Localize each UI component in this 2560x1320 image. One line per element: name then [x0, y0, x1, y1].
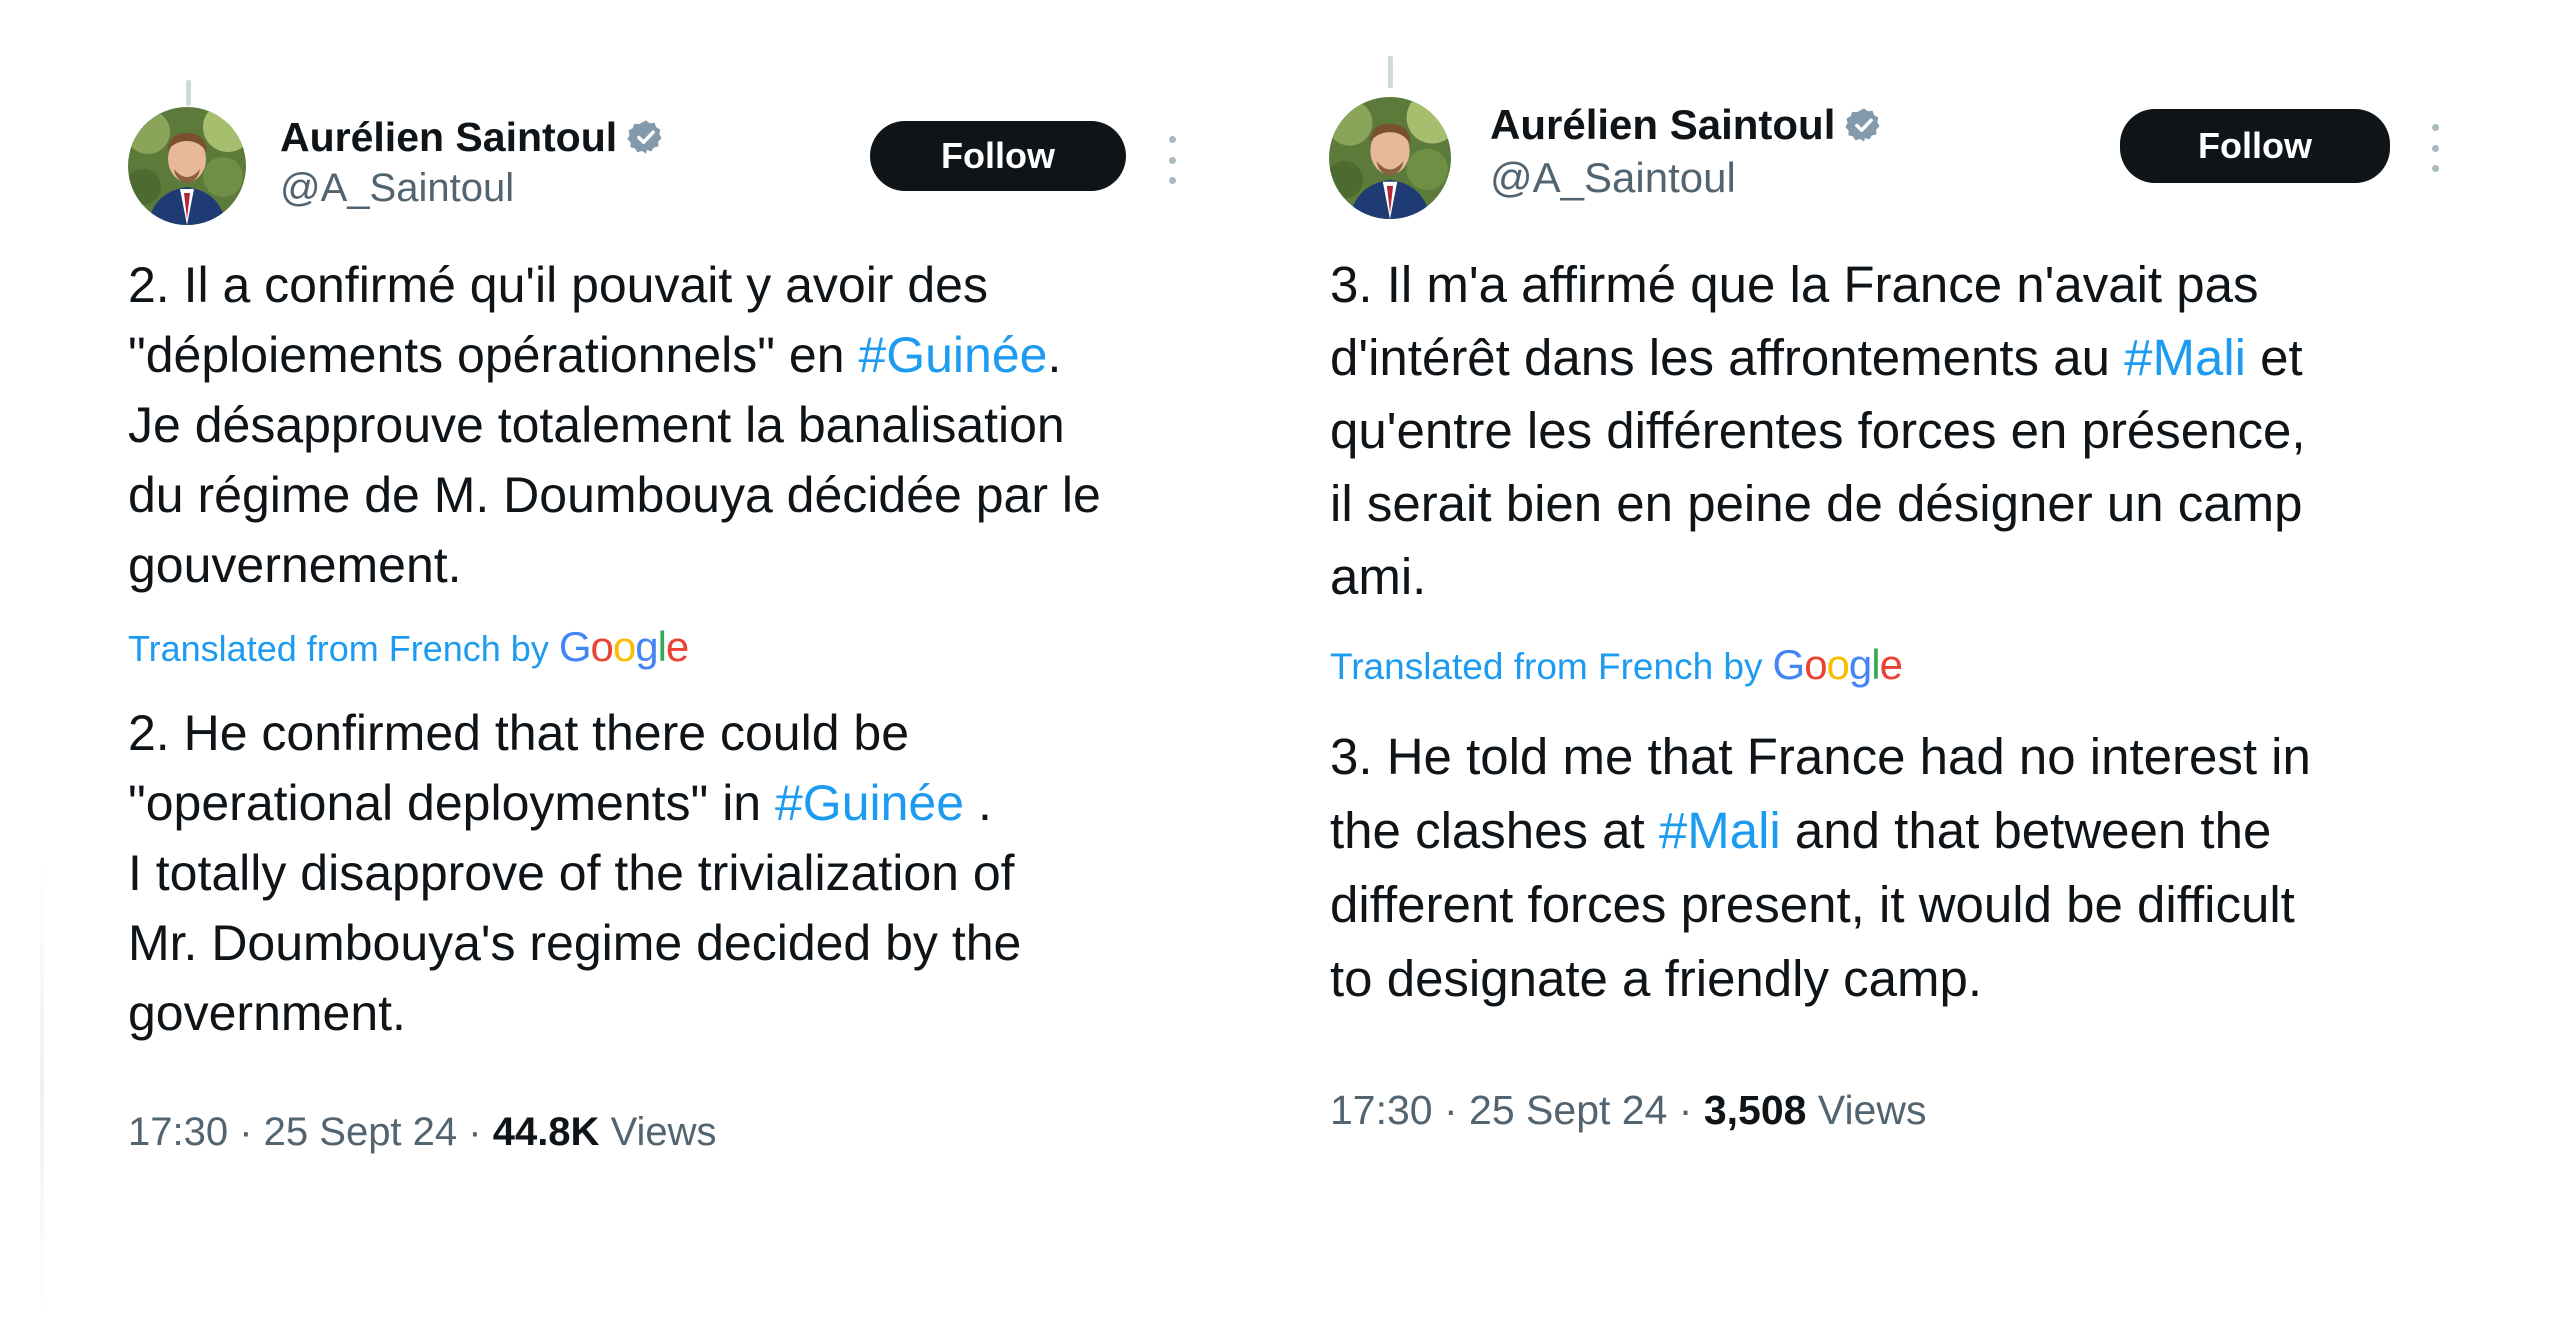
avatar[interactable] — [128, 107, 246, 225]
text-line: "operational deployments" in — [128, 775, 775, 831]
views-label: Views — [1817, 1087, 1927, 1133]
tweet-meta: 17:30 · 25 Sept 24 · 3,508 Views — [1330, 1087, 1927, 1133]
translated-from-link[interactable]: Translated from French by Google — [128, 623, 689, 671]
tweet-time[interactable]: 17:30 — [1330, 1087, 1433, 1133]
more-options-icon[interactable] — [2425, 124, 2445, 172]
tweet-original-text: 2. Il a confirmé qu'il pouvait y avoir d… — [128, 250, 1228, 600]
hashtag-link[interactable]: #Mali — [2124, 329, 2246, 386]
follow-button[interactable]: Follow — [870, 121, 1126, 191]
text-line: ami. — [1330, 548, 1427, 605]
hashtag-link[interactable]: #Mali — [1659, 802, 1781, 859]
author-name-row[interactable]: Aurélien Saintoul — [280, 113, 665, 161]
views-count: 44.8K — [492, 1110, 600, 1154]
text-line: . — [1047, 327, 1062, 383]
thread-connector — [186, 80, 191, 106]
text-line: et — [2246, 329, 2303, 386]
text-line: d'intérêt dans les affrontements au — [1330, 329, 2125, 386]
translated-from-link[interactable]: Translated from French by Google — [1330, 641, 1903, 689]
author-name[interactable]: Aurélien Saintoul — [1490, 101, 1835, 149]
tweet-meta: 17:30 · 25 Sept 24 · 44.8K Views — [128, 1110, 717, 1154]
author-name[interactable]: Aurélien Saintoul — [280, 113, 617, 161]
text-line: to designate a friendly camp. — [1330, 950, 1983, 1007]
google-logo: Google — [1772, 641, 1903, 688]
text-line: and that between the — [1780, 802, 2272, 859]
hashtag-link[interactable]: #Guinée — [858, 327, 1047, 383]
google-logo: Google — [558, 623, 689, 670]
tweet-time[interactable]: 17:30 — [128, 1110, 228, 1154]
text-line: 2. He confirmed that there could be — [128, 705, 910, 761]
text-line: different forces present, it would be di… — [1330, 876, 2295, 933]
follow-button[interactable]: Follow — [2120, 109, 2390, 183]
text-line: gouvernement. — [128, 537, 462, 593]
text-line: 2. Il a confirmé qu'il pouvait y avoir d… — [128, 257, 988, 313]
author-name-row[interactable]: Aurélien Saintoul — [1490, 101, 1883, 149]
text-line: government. — [128, 985, 406, 1041]
text-line: . — [964, 775, 992, 831]
divider — [40, 860, 44, 1320]
tweet-date[interactable]: 25 Sept 24 — [264, 1110, 458, 1154]
tweet-card: Aurélien Saintoul @A_Saintoul Follow 2. … — [0, 0, 1230, 1320]
text-line: the clashes at — [1330, 802, 1659, 859]
verified-badge-icon — [1845, 106, 1883, 144]
thread-connector — [1388, 56, 1393, 88]
more-options-icon[interactable] — [1162, 136, 1182, 184]
text-line: il serait bien en peine de désigner un c… — [1330, 475, 2303, 532]
text-line: I totally disapprove of the trivializati… — [128, 845, 1015, 901]
translated-label: Translated from French by — [1330, 646, 1763, 687]
hashtag-link[interactable]: #Guinée — [775, 775, 964, 831]
author-handle[interactable]: @A_Saintoul — [280, 164, 514, 212]
views-label: Views — [610, 1110, 717, 1154]
text-line: 3. Il m'a affirmé que la France n'avait … — [1330, 256, 2259, 313]
translated-label: Translated from French by — [128, 628, 549, 669]
text-line: du régime de M. Doumbouya décidée par le — [128, 467, 1101, 523]
verified-badge-icon — [627, 118, 665, 156]
tweet-translation-text: 3. He told me that France had no interes… — [1330, 720, 2530, 1016]
avatar[interactable] — [1329, 97, 1451, 219]
tweet-translation-text: 2. He confirmed that there could be "ope… — [128, 698, 1228, 1048]
tweet-original-text: 3. Il m'a affirmé que la France n'avait … — [1330, 248, 2530, 613]
text-line: "déploiements opérationnels" en — [128, 327, 859, 383]
tweet-date[interactable]: 25 Sept 24 — [1469, 1087, 1667, 1133]
text-line: qu'entre les différentes forces en prése… — [1330, 402, 2306, 459]
text-line: Mr. Doumbouya's regime decided by the — [128, 915, 1022, 971]
author-handle[interactable]: @A_Saintoul — [1490, 154, 1736, 202]
tweet-card: Aurélien Saintoul @A_Saintoul Follow 3. … — [1300, 0, 2530, 1320]
views-count: 3,508 — [1703, 1087, 1807, 1133]
text-line: 3. He told me that France had no interes… — [1330, 728, 2311, 785]
text-line: Je désapprouve totalement la banalisatio… — [128, 397, 1065, 453]
